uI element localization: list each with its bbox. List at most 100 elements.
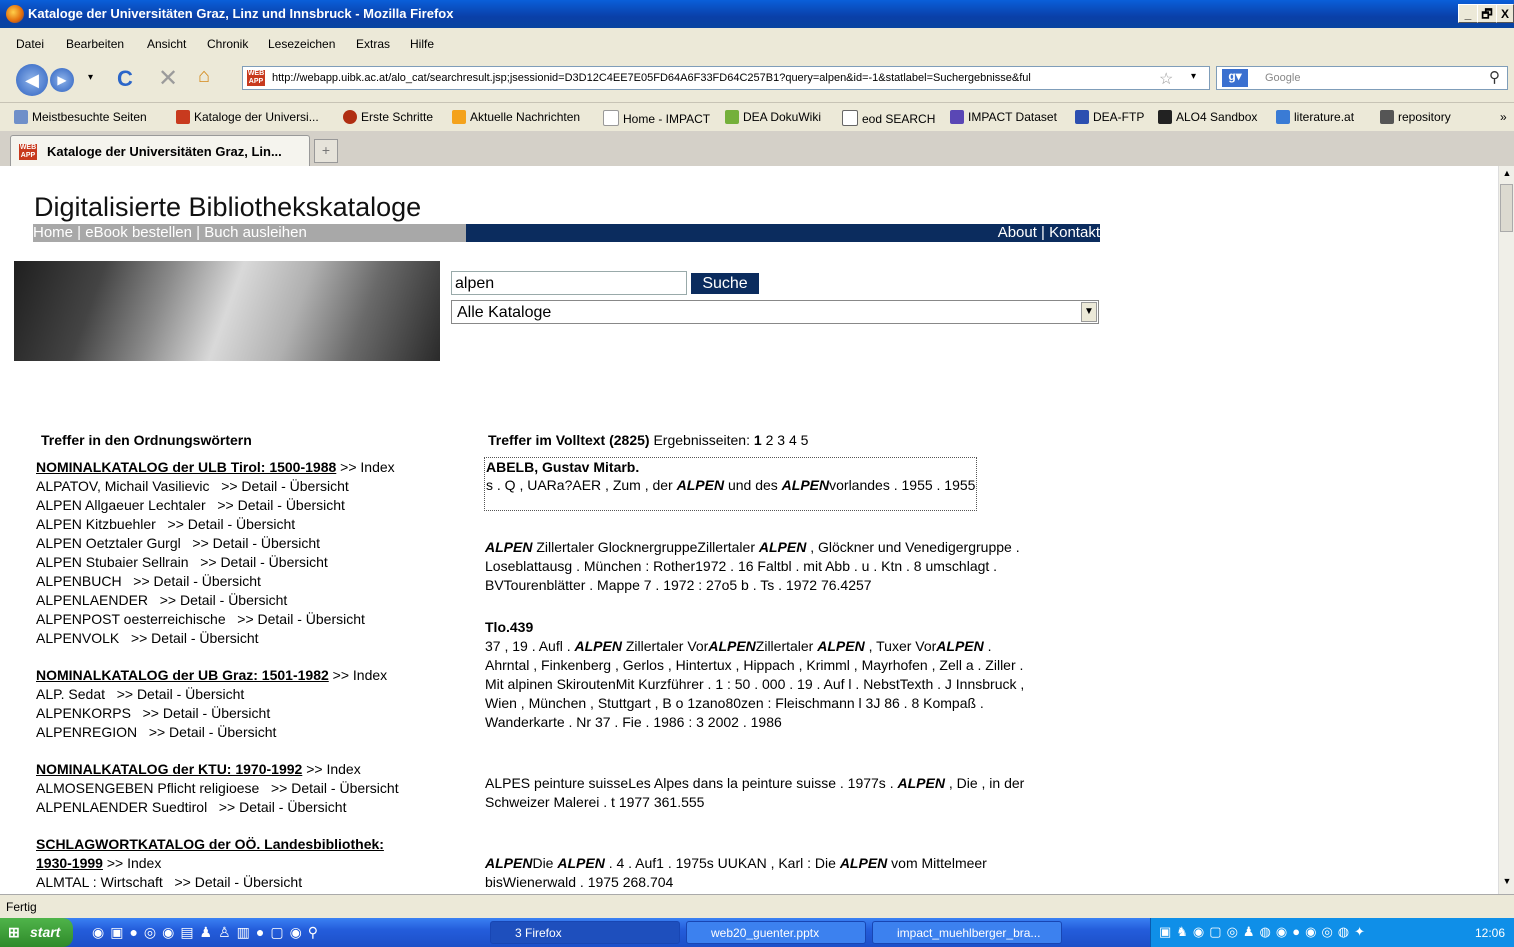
bookmark-item[interactable]: repository bbox=[1380, 110, 1451, 124]
tray-icons[interactable]: ▣♞◉▢◎♟◍◉●◉◎◍✦ bbox=[1159, 924, 1370, 940]
tab-kataloge[interactable]: WEB APP Kataloge der Universitäten Graz, … bbox=[10, 135, 310, 166]
vertical-scrollbar[interactable]: ▲ ▼ bbox=[1498, 166, 1514, 894]
catalog-select-value: Alle Kataloge bbox=[457, 304, 552, 321]
detail-link[interactable]: >> Detail - Übersicht bbox=[217, 497, 345, 513]
result-2[interactable]: ALPEN Zillertaler GlocknergruppeZillerta… bbox=[485, 538, 1020, 595]
site-nav-right[interactable]: About | Kontakt bbox=[466, 224, 1100, 242]
catalog-link[interactable]: NOMINALKATALOG der KTU: 1970-1992 bbox=[36, 761, 302, 777]
back-button[interactable]: ◀ bbox=[16, 64, 48, 96]
menu-ansicht[interactable]: Ansicht bbox=[147, 37, 186, 51]
search-icon[interactable]: ⚲ bbox=[1489, 68, 1500, 86]
page-5-link[interactable]: 5 bbox=[801, 432, 809, 448]
search-button[interactable]: Suche bbox=[691, 273, 759, 294]
index-link[interactable]: >> Index bbox=[306, 761, 361, 777]
catalog-link[interactable]: SCHLAGWORTKATALOG der OÖ. Landesbiblioth… bbox=[36, 836, 384, 852]
index-link[interactable]: >> Index bbox=[340, 459, 395, 475]
page-4-link[interactable]: 4 bbox=[789, 432, 797, 448]
bookmark-item[interactable]: IMPACT Dataset bbox=[950, 110, 1057, 124]
ordnungswoerter-results: NOMINALKATALOG der ULB Tirol: 1500-1988 … bbox=[36, 458, 399, 892]
reload-icon[interactable]: C bbox=[117, 66, 133, 92]
detail-link[interactable]: >> Detail - Übersicht bbox=[221, 478, 349, 494]
bookmark-item[interactable]: eod SEARCH bbox=[842, 110, 935, 126]
bookmark-item[interactable]: ALO4 Sandbox bbox=[1158, 110, 1257, 124]
menu-bearbeiten[interactable]: Bearbeiten bbox=[66, 37, 124, 51]
google-engine-icon[interactable]: g▾ bbox=[1222, 69, 1248, 87]
detail-link[interactable]: >> Detail - Übersicht bbox=[174, 874, 302, 890]
taskbar-firefox[interactable]: 3 Firefox bbox=[490, 921, 680, 944]
stop-icon[interactable]: ✕ bbox=[158, 64, 178, 93]
page-2-link[interactable]: 2 bbox=[766, 432, 774, 448]
detail-link[interactable]: >> Detail - Übersicht bbox=[143, 705, 271, 721]
menu-datei[interactable]: Datei bbox=[16, 37, 44, 51]
bookmark-item[interactable]: Home - IMPACT bbox=[603, 110, 710, 126]
result-4[interactable]: ALPES peinture suisseLes Alpes dans la p… bbox=[485, 774, 1024, 812]
minimize-button[interactable]: _ bbox=[1458, 4, 1478, 23]
bookmark-item[interactable]: Kataloge der Universi... bbox=[176, 110, 319, 124]
bookmark-label: Aktuelle Nachrichten bbox=[470, 110, 581, 124]
start-label: start bbox=[30, 924, 61, 940]
quick-launch-icons[interactable]: ◉▣●◎◉▤♟♙▥●▢◉⚲ bbox=[92, 924, 324, 941]
index-link[interactable]: >> Index bbox=[107, 855, 162, 871]
detail-link[interactable]: >> Detail - Übersicht bbox=[149, 724, 277, 740]
entry-label: ALPENVOLK bbox=[36, 630, 120, 646]
bookmark-item[interactable]: Aktuelle Nachrichten bbox=[452, 110, 580, 124]
detail-link[interactable]: >> Detail - Übersicht bbox=[117, 686, 245, 702]
site-nav-left[interactable]: Home | eBook bestellen | Buch ausleihen bbox=[33, 224, 466, 242]
bookmark-icon bbox=[1276, 110, 1290, 124]
scroll-up-icon[interactable]: ▲ bbox=[1501, 168, 1513, 182]
search-bar[interactable]: g▾ Google ⚲ bbox=[1216, 66, 1508, 90]
chevron-down-icon[interactable]: ▼ bbox=[1081, 302, 1097, 322]
bookmarks-overflow-icon[interactable]: » bbox=[1500, 110, 1507, 124]
detail-link[interactable]: >> Detail - Übersicht bbox=[219, 799, 347, 815]
home-icon[interactable]: ⌂ bbox=[198, 65, 210, 88]
detail-link[interactable]: >> Detail - Übersicht bbox=[271, 780, 399, 796]
page-3-link[interactable]: 3 bbox=[777, 432, 785, 448]
bookmark-item[interactable]: Meistbesuchte Seiten bbox=[14, 110, 147, 124]
menu-lesezeichen[interactable]: Lesezeichen bbox=[268, 37, 335, 51]
forward-button[interactable]: ▶ bbox=[50, 68, 74, 92]
scroll-thumb[interactable] bbox=[1500, 184, 1513, 232]
taskbar-pptx-2[interactable]: impact_muehlberger_bra... bbox=[872, 921, 1062, 944]
catalog-select[interactable]: Alle Kataloge ▼ bbox=[451, 300, 1099, 324]
maximize-button[interactable]: 🗗 bbox=[1477, 4, 1497, 23]
history-dropdown-icon[interactable]: ▾ bbox=[88, 72, 93, 83]
bookmark-star-icon[interactable]: ☆ bbox=[1159, 69, 1173, 89]
catalog-link[interactable]: NOMINALKATALOG der UB Graz: 1501-1982 bbox=[36, 667, 329, 683]
catalog-link[interactable]: NOMINALKATALOG der ULB Tirol: 1500-1988 bbox=[36, 459, 336, 475]
page-1-link[interactable]: 1 bbox=[754, 432, 762, 448]
close-button[interactable]: X bbox=[1496, 4, 1514, 23]
result-line: Ahrntal , Finkenberg , Gerlos , Hintertu… bbox=[485, 657, 1024, 673]
detail-link[interactable]: >> Detail - Übersicht bbox=[192, 535, 320, 551]
menu-extras[interactable]: Extras bbox=[356, 37, 390, 51]
result-3[interactable]: Tlo.439 37 , 19 . Aufl . ALPEN Zillertal… bbox=[485, 618, 1024, 732]
taskbar-pptx-1[interactable]: web20_guenter.pptx bbox=[686, 921, 866, 944]
menu-chronik[interactable]: Chronik bbox=[207, 37, 248, 51]
bookmark-item[interactable]: literature.at bbox=[1276, 110, 1354, 124]
right-column-title: Treffer im Volltext (2825) bbox=[488, 432, 650, 448]
start-button[interactable]: ⊞ start bbox=[0, 918, 73, 947]
url-bar[interactable]: WEB APP http://webapp.uibk.ac.at/alo_cat/… bbox=[242, 66, 1210, 90]
detail-link[interactable]: >> Detail - Übersicht bbox=[237, 611, 365, 627]
result-1[interactable]: ABELB, Gustav Mitarb. s . Q , UARa?AER ,… bbox=[484, 457, 978, 511]
detail-link[interactable]: >> Detail - Übersicht bbox=[168, 516, 296, 532]
detail-link[interactable]: >> Detail - Übersicht bbox=[200, 554, 328, 570]
result-title: ABELB, Gustav Mitarb. bbox=[486, 459, 640, 475]
url-dropdown-icon[interactable]: ▾ bbox=[1191, 71, 1196, 82]
menu-bar: Datei Bearbeiten Ansicht Chronik Lesezei… bbox=[0, 28, 1514, 58]
detail-link[interactable]: >> Detail - Übersicht bbox=[131, 630, 259, 646]
new-tab-button[interactable]: + bbox=[314, 139, 338, 163]
scroll-down-icon[interactable]: ▼ bbox=[1501, 876, 1513, 890]
bookmark-item[interactable]: DEA DokuWiki bbox=[725, 110, 821, 124]
detail-link[interactable]: >> Detail - Übersicht bbox=[160, 592, 288, 608]
menu-hilfe[interactable]: Hilfe bbox=[410, 37, 434, 51]
catalog-link[interactable]: 1930-1999 bbox=[36, 855, 103, 871]
bookmark-item[interactable]: Erste Schritte bbox=[343, 110, 433, 124]
search-placeholder: Google bbox=[1265, 72, 1301, 84]
bookmark-item[interactable]: DEA-FTP bbox=[1075, 110, 1144, 124]
bookmark-icon bbox=[950, 110, 964, 124]
search-input[interactable]: alpen bbox=[451, 271, 687, 295]
task-label: 3 Firefox bbox=[515, 926, 562, 940]
index-link[interactable]: >> Index bbox=[333, 667, 388, 683]
result-5[interactable]: ALPENDie ALPEN . 4 . Auf1 . 1975s UUKAN … bbox=[485, 854, 987, 892]
detail-link[interactable]: >> Detail - Übersicht bbox=[133, 573, 261, 589]
